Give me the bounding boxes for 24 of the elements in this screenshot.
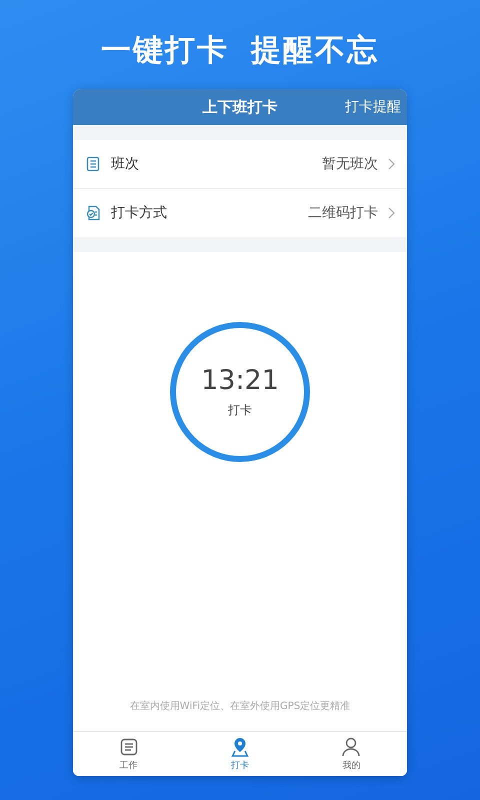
settings-row[interactable]: 班次 暂无班次 [73, 140, 407, 189]
screen-title: 上下班打卡 [202, 98, 278, 116]
person-icon [341, 736, 362, 756]
headline-text: 提醒不忘 [251, 32, 379, 70]
settings-row[interactable]: 打卡方式 二维码打卡 [73, 189, 407, 237]
location-hint: 在室内使用WiFi定位、在室外使用GPS定位更精准 [130, 700, 350, 713]
row-value: 二维码打卡 [308, 204, 378, 222]
headline-text: 一键打卡 [101, 32, 229, 70]
chevron-right-icon [388, 207, 395, 219]
clock-in-button[interactable]: 13:21 打卡 [170, 322, 310, 462]
row-label: 打卡方式 [111, 204, 168, 222]
tab-item[interactable]: 我的 [296, 732, 407, 776]
tab-item[interactable]: 打卡 [184, 732, 296, 776]
document-check-icon [85, 205, 101, 221]
row-value: 暂无班次 [322, 155, 378, 173]
list-icon [118, 736, 139, 756]
tab-item[interactable]: 工作 [73, 732, 184, 776]
list-icon [85, 156, 101, 172]
row-label: 班次 [111, 155, 140, 173]
clock-label: 打卡 [228, 402, 252, 419]
clock-time: 13:21 [201, 365, 279, 396]
reminder-link[interactable]: 打卡提醒 [345, 98, 401, 116]
map-pin-icon [230, 736, 250, 756]
chevron-right-icon [388, 158, 395, 170]
